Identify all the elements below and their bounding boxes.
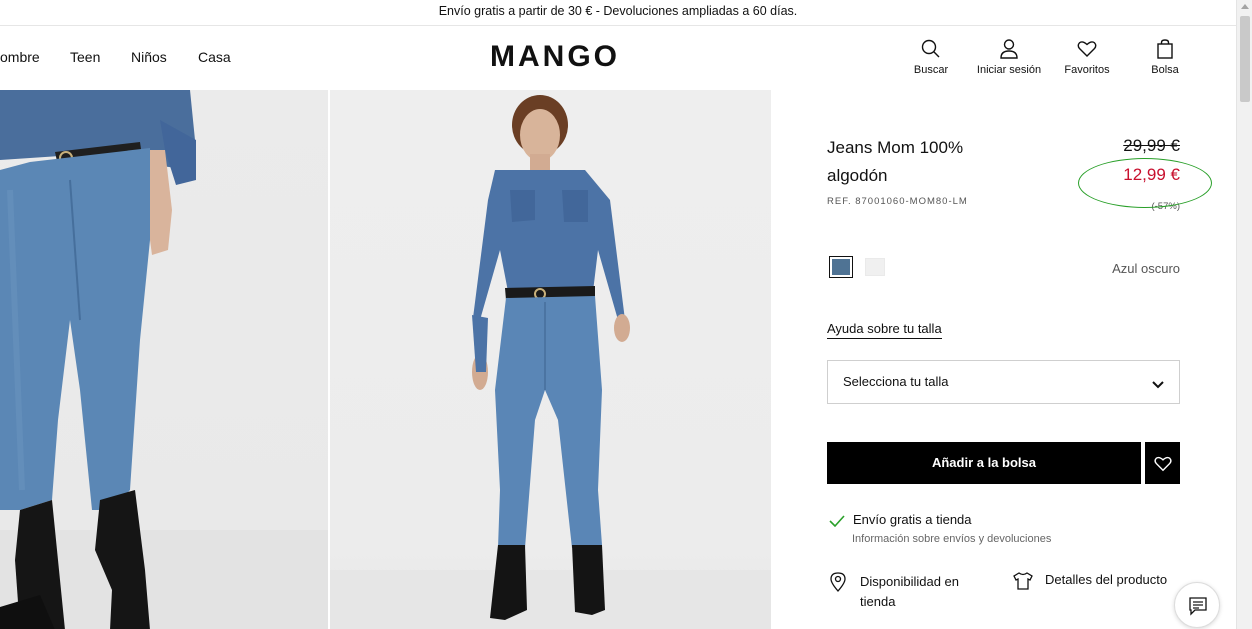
login-label: Iniciar sesión xyxy=(976,64,1042,76)
add-to-bag-button[interactable]: Añadir a la bolsa xyxy=(827,442,1141,484)
site-header: ombre Teen Niños Casa MANGO Buscar Inici… xyxy=(0,26,1236,90)
login-button[interactable]: Iniciar sesión xyxy=(969,38,1049,76)
product-photo-detail[interactable] xyxy=(0,90,328,629)
size-help-link[interactable]: Ayuda sobre tu talla xyxy=(827,321,942,339)
price-annotation-ellipse xyxy=(1078,158,1212,208)
page-scrollbar[interactable] xyxy=(1236,0,1252,629)
chat-icon xyxy=(1189,597,1207,616)
search-button[interactable]: Buscar xyxy=(891,38,971,76)
shipping-info-link[interactable]: Información sobre envíos y devoluciones xyxy=(852,533,1051,545)
product-ref: REF. 87001060-MOM80-LM xyxy=(827,196,968,207)
nav-item-casa[interactable]: Casa xyxy=(198,49,231,65)
bag-button[interactable]: Bolsa xyxy=(1125,38,1205,76)
color-swatch-azul-oscuro[interactable] xyxy=(829,256,853,278)
product-title: Jeans Mom 100% algodón xyxy=(827,138,964,185)
shipping-title: Envío gratis a tienda xyxy=(853,512,972,527)
search-icon xyxy=(891,38,971,60)
price-original: 29,99 € xyxy=(1123,136,1180,155)
nav-item-ninos[interactable]: Niños xyxy=(131,49,167,65)
product-photo-main[interactable] xyxy=(330,90,771,629)
chevron-down-icon xyxy=(1151,377,1165,395)
scroll-thumb[interactable] xyxy=(1240,16,1250,102)
nav-item-hombre[interactable]: ombre xyxy=(0,49,40,65)
scroll-up-icon[interactable] xyxy=(1241,4,1249,9)
store-availability-link[interactable]: Disponibilidad en tienda xyxy=(860,572,980,612)
color-swatch-light[interactable] xyxy=(865,258,885,276)
add-to-favorites-button[interactable] xyxy=(1145,442,1180,484)
chat-button[interactable] xyxy=(1174,582,1220,628)
bag-icon xyxy=(1125,38,1205,60)
mango-logo[interactable]: MANGO xyxy=(490,40,620,74)
heart-icon xyxy=(1154,456,1172,472)
color-name: Azul oscuro xyxy=(1112,261,1180,276)
heart-icon xyxy=(1047,38,1127,60)
size-select[interactable]: Selecciona tu talla xyxy=(827,360,1180,404)
location-pin-icon xyxy=(830,572,846,597)
favorites-button[interactable]: Favoritos xyxy=(1047,38,1127,76)
promo-text: Envío gratis a partir de 30 € - Devoluci… xyxy=(438,4,798,18)
size-select-placeholder: Selecciona tu talla xyxy=(843,374,949,389)
promo-bar: Envío gratis a partir de 30 € - Devoluci… xyxy=(0,0,1236,26)
favorites-label: Favoritos xyxy=(1064,64,1110,76)
user-icon xyxy=(969,38,1049,60)
bag-label: Bolsa xyxy=(1151,64,1179,76)
search-label: Buscar xyxy=(913,64,949,76)
product-details-link[interactable]: Detalles del producto xyxy=(1045,572,1167,587)
check-icon xyxy=(829,514,845,532)
nav-item-teen[interactable]: Teen xyxy=(70,49,100,65)
tshirt-icon xyxy=(1013,571,1033,596)
